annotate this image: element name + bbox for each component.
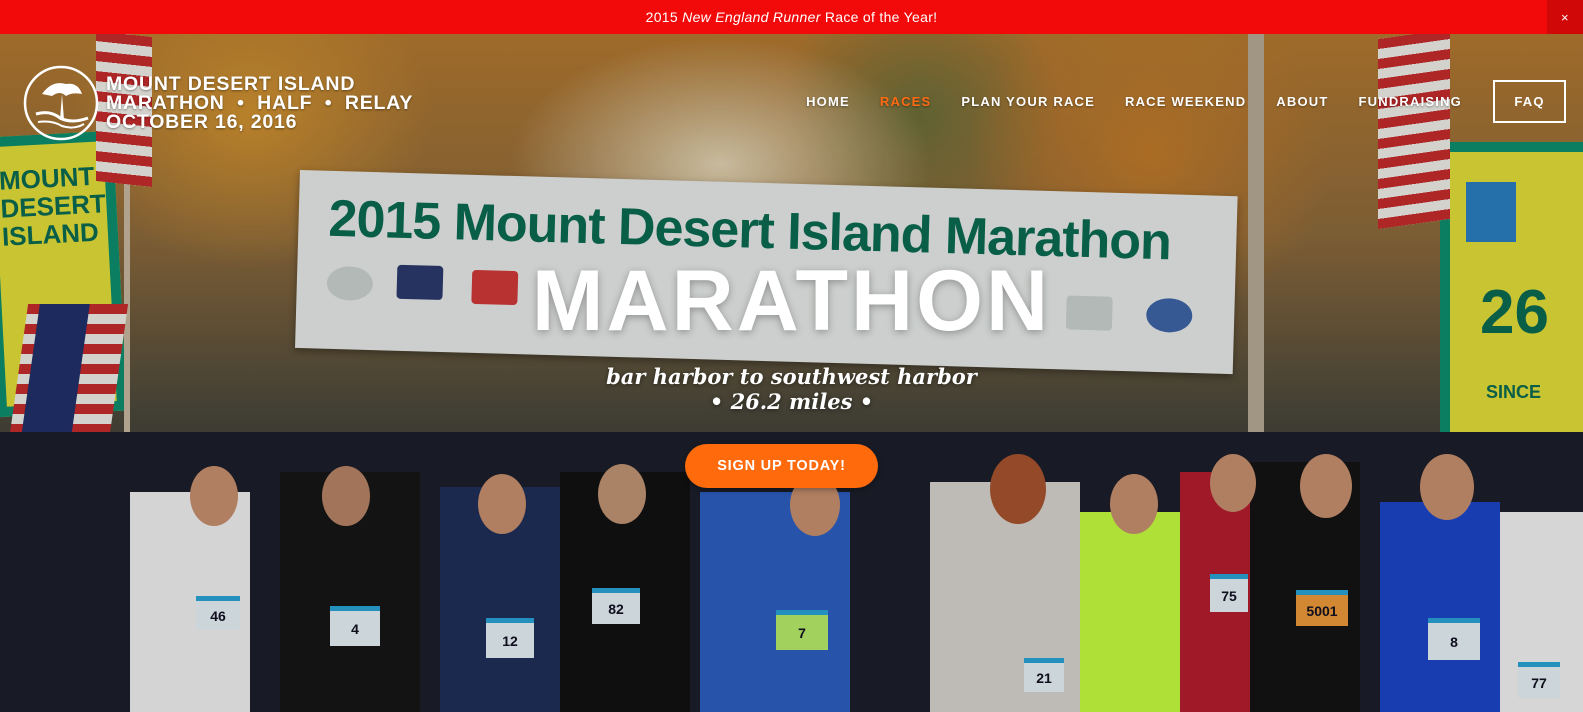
logo-tree-icon [23, 65, 99, 141]
nav-plan-your-race[interactable]: PLAN YOUR RACE [961, 94, 1095, 109]
site-logo[interactable]: MOUNT DESERT ISLAND MARATHON • HALF • RE… [22, 64, 413, 142]
sign-up-button[interactable]: SIGN UP TODAY! [685, 444, 878, 488]
logo-line-1: MOUNT DESERT ISLAND [106, 72, 356, 95]
logo-text: MOUNT DESERT ISLAND MARATHON • HALF • RE… [106, 72, 414, 133]
close-icon: × [1561, 9, 1569, 25]
announcement-text: 2015 New England Runner Race of the Year… [646, 9, 938, 25]
hero-distance: • 26.2 miles • [709, 389, 874, 414]
nav-about[interactable]: ABOUT [1276, 94, 1328, 109]
hero-title: MARATHON [531, 253, 1052, 349]
nav-fundraising[interactable]: FUNDRAISING [1359, 94, 1462, 109]
main-nav: HOME RACES PLAN YOUR RACE RACE WEEKEND A… [776, 80, 1566, 123]
nav-race-weekend[interactable]: RACE WEEKEND [1125, 94, 1246, 109]
announcement-prefix: 2015 [645, 9, 683, 25]
announcement-bar: 2015 New England Runner Race of the Year… [0, 0, 1583, 34]
close-announcement-button[interactable]: × [1547, 0, 1583, 34]
nav-races[interactable]: RACES [880, 94, 932, 109]
nav-home[interactable]: HOME [806, 94, 850, 109]
logo-line-2: MARATHON • HALF • RELAY [106, 91, 414, 114]
hero-subtitle-block: bar harbor to southwest harbor • 26.2 mi… [0, 364, 1583, 414]
logo-line-3: OCTOBER 16, 2016 [106, 110, 298, 133]
faq-button[interactable]: FAQ [1493, 80, 1566, 123]
announcement-emphasis: New England Runner [682, 9, 821, 25]
hero-subtitle: bar harbor to southwest harbor [606, 364, 977, 389]
announcement-suffix: Race of the Year! [820, 9, 938, 25]
